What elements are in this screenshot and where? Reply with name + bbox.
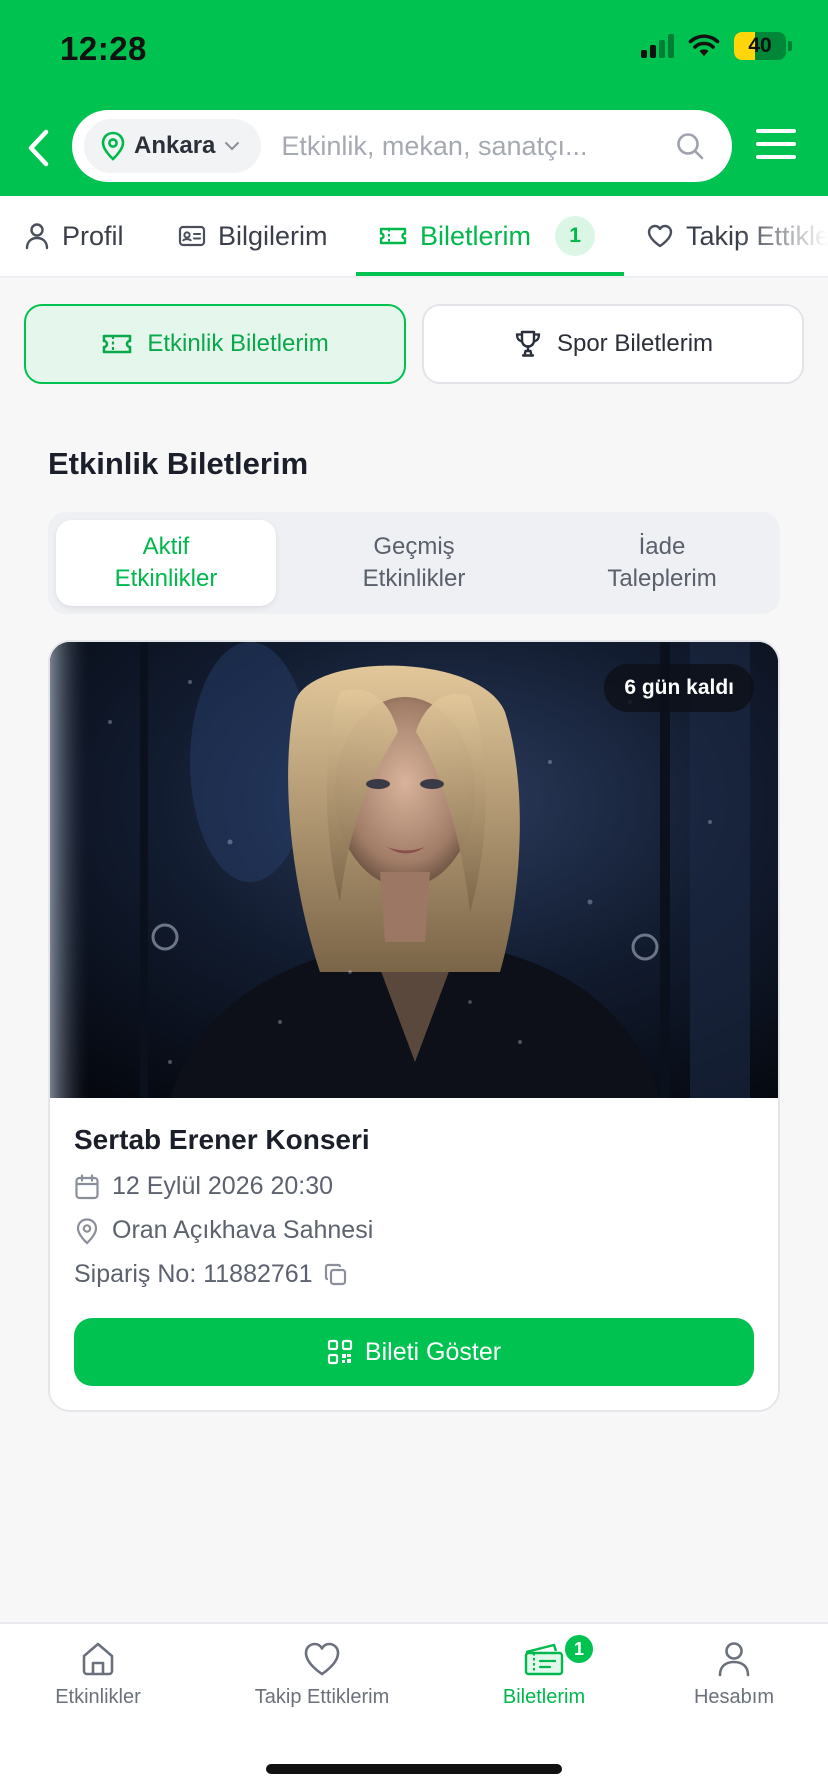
- tab-label: Profil: [62, 220, 124, 251]
- status-icons: 40: [641, 32, 792, 60]
- home-icon: [82, 1642, 114, 1676]
- user-icon: [718, 1642, 750, 1677]
- nav-label: Biletlerim: [502, 1686, 586, 1708]
- tickets-icon: [524, 1643, 564, 1676]
- city-label: Ankara: [134, 132, 216, 159]
- show-ticket-button[interactable]: Bileti Göster: [74, 1318, 754, 1386]
- tab-bilgilerim[interactable]: Bilgilerim: [178, 196, 328, 276]
- battery-level: 40: [748, 34, 772, 57]
- search-icon: [677, 133, 704, 160]
- order-number-row: Sipariş No: 11882761: [74, 1260, 349, 1289]
- show-ticket-label: Bileti Göster: [364, 1337, 502, 1366]
- event-tickets-button[interactable]: Etkinlik Biletlerim: [24, 304, 406, 384]
- search-bar[interactable]: Ankara Etkinlik, mekan, sanatçı...: [72, 110, 732, 182]
- segment-line: Taleplerim: [607, 565, 717, 592]
- tabs-scroll-fade: [738, 196, 828, 276]
- event-venue-row: Oran Açıkhava Sahnesi: [74, 1216, 373, 1245]
- segment-refund-requests[interactable]: İade Taleplerim: [552, 520, 772, 606]
- copy-icon[interactable]: [323, 1262, 349, 1288]
- nav-label: Takip Ettiklerim: [254, 1686, 390, 1708]
- user-icon: [25, 223, 49, 250]
- chevron-left-icon: [28, 129, 49, 167]
- hamburger-menu-icon[interactable]: [756, 124, 796, 164]
- tab-label: Bilgilerim: [218, 220, 328, 251]
- section-title: Etkinlik Biletlerim: [48, 446, 309, 481]
- segment-line: Etkinlikler: [362, 565, 466, 592]
- battery-cap: [788, 41, 792, 51]
- event-tickets-label: Etkinlik Biletlerim: [147, 330, 329, 357]
- event-title: Sertab Erener Konseri: [74, 1124, 370, 1155]
- segment-line: Etkinlikler: [114, 565, 218, 592]
- nav-tickets-badge: 1: [562, 1632, 596, 1666]
- event-venue: Oran Açıkhava Sahnesi: [112, 1216, 374, 1244]
- app-header: 12:28 40 Ankara Etkinlik, mekan, sanatçı…: [0, 0, 828, 196]
- heart-icon: [304, 1642, 340, 1676]
- cellular-signal-icon: [641, 34, 674, 58]
- nav-takip-ettiklerim[interactable]: Takip Ettiklerim: [222, 1640, 422, 1709]
- segment-active-events[interactable]: Aktif Etkinlikler: [56, 520, 276, 606]
- nav-hesabim[interactable]: Hesabım: [634, 1640, 828, 1709]
- segment-past-events[interactable]: Geçmiş Etkinlikler: [304, 520, 524, 606]
- tab-label: Biletlerim: [420, 220, 532, 251]
- ticket-status-segment: Aktif Etkinlikler Geçmiş Etkinlikler İade T…: [48, 512, 780, 614]
- city-selector[interactable]: Ankara: [84, 119, 262, 173]
- nav-biletlerim[interactable]: 1 Biletlerim: [444, 1632, 644, 1709]
- days-left-badge: 6 gün kaldı: [604, 664, 754, 712]
- id-card-icon: [178, 225, 206, 247]
- sport-tickets-label: Spor Biletlerim: [556, 330, 714, 357]
- segment-line: Geçmiş: [373, 533, 455, 560]
- qr-code-icon: [327, 1339, 353, 1365]
- nav-label: Etkinlikler: [55, 1686, 141, 1708]
- search-button[interactable]: [670, 126, 710, 166]
- trophy-icon: [515, 330, 541, 357]
- heart-icon: [647, 224, 673, 248]
- home-indicator: [266, 1764, 562, 1774]
- location-pin-icon: [76, 1217, 98, 1244]
- back-button[interactable]: [14, 124, 62, 172]
- tab-profil[interactable]: Profil: [24, 196, 124, 276]
- sport-tickets-button[interactable]: Spor Biletlerim: [422, 304, 804, 384]
- battery-icon: 40: [734, 32, 786, 60]
- calendar-icon: [75, 1173, 99, 1199]
- nav-label: Hesabım: [693, 1686, 775, 1708]
- profile-tabs: Profil Bilgilerim Biletlerim 1 Takip Ett…: [0, 196, 828, 278]
- ticket-icon: [379, 227, 407, 245]
- location-pin-icon: [101, 131, 125, 161]
- event-date-row: 12 Eylül 2026 20:30: [74, 1172, 333, 1201]
- tickets-count-badge: 1: [555, 216, 596, 256]
- chevron-down-icon: [225, 142, 240, 151]
- segment-line: İade: [638, 533, 686, 560]
- tab-biletlerim[interactable]: Biletlerim 1: [378, 196, 596, 276]
- event-datetime: 12 Eylül 2026 20:30: [112, 1172, 334, 1200]
- order-number: Sipariş No: 11882761: [74, 1260, 313, 1288]
- event-poster-image[interactable]: 6 gün kaldı: [50, 642, 778, 1098]
- nav-etkinlikler[interactable]: Etkinlikler: [0, 1640, 198, 1709]
- search-input[interactable]: Etkinlik, mekan, sanatçı...: [281, 131, 670, 162]
- ticket-icon: [103, 334, 132, 354]
- active-tab-indicator: [356, 272, 624, 276]
- status-time: 12:28: [60, 30, 147, 67]
- wifi-icon: [688, 34, 720, 56]
- event-ticket-card[interactable]: 6 gün kaldı Sertab Erener Konseri 12 Eyl…: [48, 640, 780, 1412]
- segment-line: Aktif: [142, 533, 190, 560]
